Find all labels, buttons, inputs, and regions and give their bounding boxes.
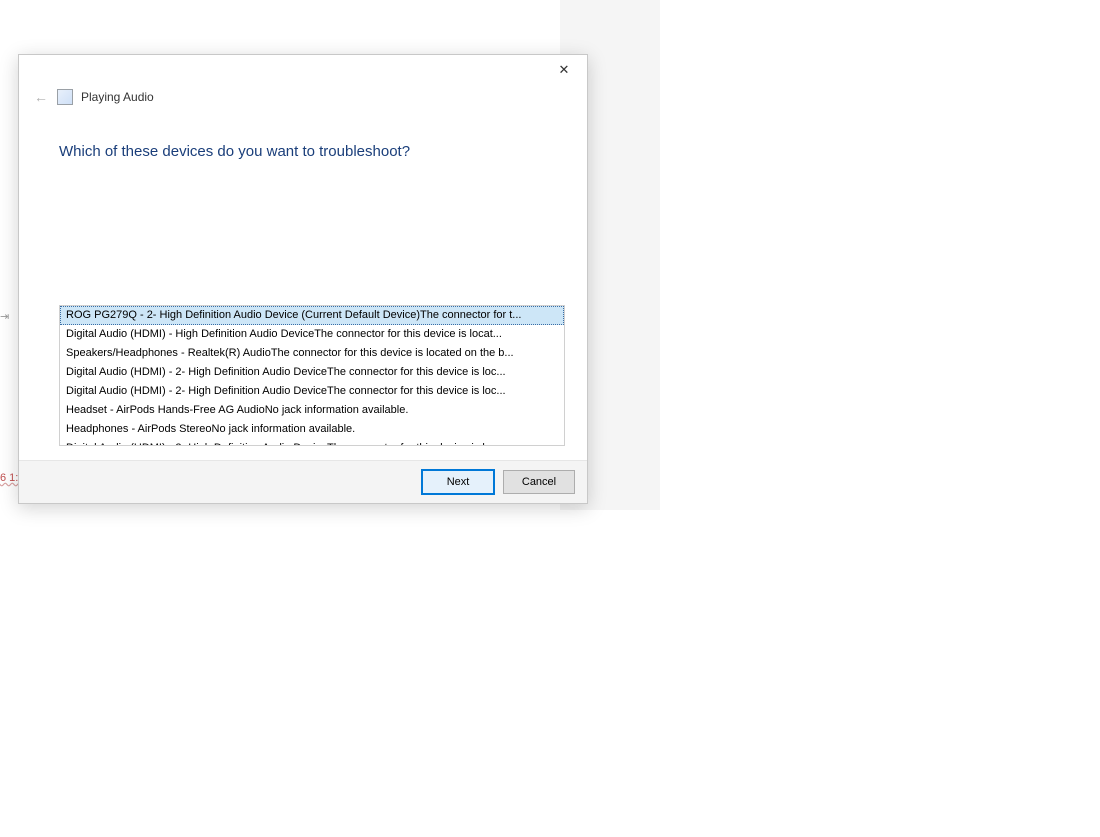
dialog-footer: Next Cancel	[19, 460, 587, 503]
titlebar: ✕	[19, 55, 587, 85]
dialog-title: Playing Audio	[81, 90, 154, 104]
back-button[interactable]: ←	[33, 89, 49, 105]
device-list-item[interactable]: Digital Audio (HDMI) - 2- High Definitio…	[60, 439, 564, 446]
header-row: ← Playing Audio	[19, 85, 587, 109]
dialog-content: Which of these devices do you want to tr…	[19, 109, 587, 460]
device-list-item[interactable]: Headphones - AirPods StereoNo jack infor…	[60, 420, 564, 439]
device-list-item[interactable]: Digital Audio (HDMI) - High Definition A…	[60, 325, 564, 344]
close-icon: ✕	[559, 62, 570, 78]
device-list-item[interactable]: Speakers/Headphones - Realtek(R) AudioTh…	[60, 344, 564, 363]
device-list-item[interactable]: ROG PG279Q - 2- High Definition Audio De…	[60, 306, 564, 325]
troubleshooter-dialog: ✕ ← Playing Audio Which of these devices…	[18, 54, 588, 504]
background-text: 6 1:	[0, 472, 18, 484]
dialog-heading: Which of these devices do you want to tr…	[59, 143, 547, 160]
troubleshooter-icon	[57, 89, 73, 105]
device-list[interactable]: ROG PG279Q - 2- High Definition Audio De…	[59, 305, 565, 446]
device-list-item[interactable]: Digital Audio (HDMI) - 2- High Definitio…	[60, 363, 564, 382]
next-button[interactable]: Next	[421, 469, 495, 495]
background-glyph: ⇥	[0, 310, 9, 323]
close-button[interactable]: ✕	[547, 59, 581, 81]
device-list-item[interactable]: Headset - AirPods Hands-Free AG AudioNo …	[60, 401, 564, 420]
back-arrow-icon: ←	[34, 89, 48, 105]
device-list-item[interactable]: Digital Audio (HDMI) - 2- High Definitio…	[60, 382, 564, 401]
cancel-button[interactable]: Cancel	[503, 470, 575, 494]
